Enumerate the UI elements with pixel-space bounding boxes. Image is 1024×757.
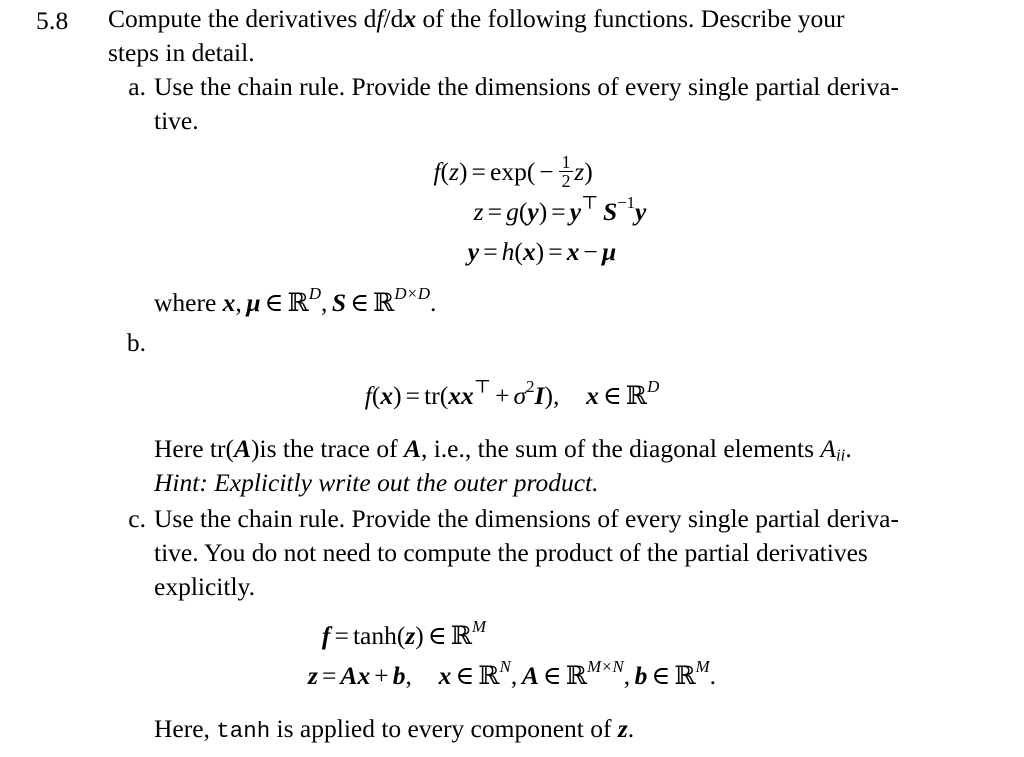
list-item-a-text: Use the chain rule. Provide the dimensio…	[154, 70, 1000, 138]
trace-text-2: ,	[420, 434, 428, 463]
here-label: Here	[154, 434, 204, 463]
tanh-mono-symbol: tanh	[216, 718, 271, 744]
list-item-c-letter: c.	[128, 504, 146, 533]
equation-a-3: y = h(x) = x − μ	[467, 237, 617, 266]
intro-line1-part1: Compute the derivatives	[108, 4, 358, 33]
where-label: where	[154, 288, 217, 317]
list-item-b: b.	[108, 326, 1000, 360]
item-b-note-line1: Here tr(A)is the trace of A, i.e., the s…	[154, 432, 1000, 466]
equation-block-b: f(x) = tr(xx⊤ + σ2I), x ∈ ℝD	[0, 376, 1024, 416]
list-item-a: a. Use the chain rule. Provide the dimen…	[108, 70, 1000, 138]
equation-c-2: z = Ax + b, x ∈ ℝN, A ∈ ℝM×N, b ∈ ℝM.	[307, 657, 717, 690]
item-c-line2: tive. You do not need to compute the pro…	[154, 538, 868, 567]
item-b-hint: Hint: Explicitly write out the outer pro…	[154, 468, 599, 497]
item-b-note: Here tr(A)is the trace of A, i.e., the s…	[154, 432, 1000, 500]
where-math: x, μ ∈ ℝD, S ∈ ℝD×D.	[222, 284, 437, 317]
document-page: 5.8 Compute the derivatives df/dx of the…	[0, 0, 1024, 757]
vector-z-symbol: z	[617, 714, 628, 743]
item-c-note: Here, tanh is applied to every component…	[154, 712, 1000, 748]
equation-c-1: f = tanh(z) ∈ ℝM	[321, 617, 487, 650]
element-Aii-symbol: Aii	[820, 434, 846, 465]
exercise-5-8: 5.8 Compute the derivatives df/dx of the…	[0, 0, 1024, 70]
intro-line2: steps in detail.	[108, 38, 255, 67]
period-end: .	[627, 714, 635, 743]
equation-block-a: f(z) = exp(−1 2 z) z = g(y) = y⊤ S−1y y = h(x) = x − μ	[0, 152, 1024, 272]
trace-text-3: i.e., the sum of the diagonal elements	[433, 434, 814, 463]
item-c-line3: explicitly.	[154, 572, 256, 601]
trace-of-A-notation: tr(A)	[209, 434, 260, 463]
intro-line1-part2: of the following functions. Describe you…	[422, 4, 845, 33]
item-a-line1: Use the chain rule. Provide the dimensio…	[154, 72, 899, 101]
exercise-intro-text: Compute the derivatives df/dx of the fol…	[108, 2, 1000, 70]
equation-b-1: f(x) = tr(xx⊤ + σ2I), x ∈ ℝD	[364, 376, 660, 410]
exercise-number: 5.8	[36, 6, 69, 35]
matrix-A-symbol: A	[403, 434, 421, 463]
list-item-c-text: Use the chain rule. Provide the dimensio…	[154, 502, 1000, 604]
list-item-b-text	[154, 326, 1000, 360]
here-comma-label: Here,	[154, 714, 210, 743]
equation-a-1: f(z) = exp(−1 2 z)	[433, 152, 593, 192]
period: .	[845, 434, 852, 463]
item-c-line1: Use the chain rule. Provide the dimensio…	[154, 504, 899, 533]
equation-a-2: z = g(y) = y⊤ S−1y	[473, 192, 647, 226]
applied-text: is applied to every component of	[276, 714, 612, 743]
item-a-line2: tive.	[154, 106, 199, 135]
list-item-a-letter: a.	[128, 72, 146, 101]
item-a-where-line: where x, μ ∈ ℝD, S ∈ ℝD×D.	[154, 284, 1000, 320]
list-item-c: c. Use the chain rule. Provide the dimen…	[108, 502, 1000, 604]
equation-block-c: f = tanh(z) ∈ ℝM z = Ax + b, x ∈ ℝN, A ∈ ℝM×N, b ∈ ℝM.	[0, 616, 1024, 696]
list-item-b-letter: b.	[126, 328, 146, 357]
trace-text-1: is the trace of	[259, 434, 398, 463]
derivative-notation: df/dx	[363, 4, 417, 33]
